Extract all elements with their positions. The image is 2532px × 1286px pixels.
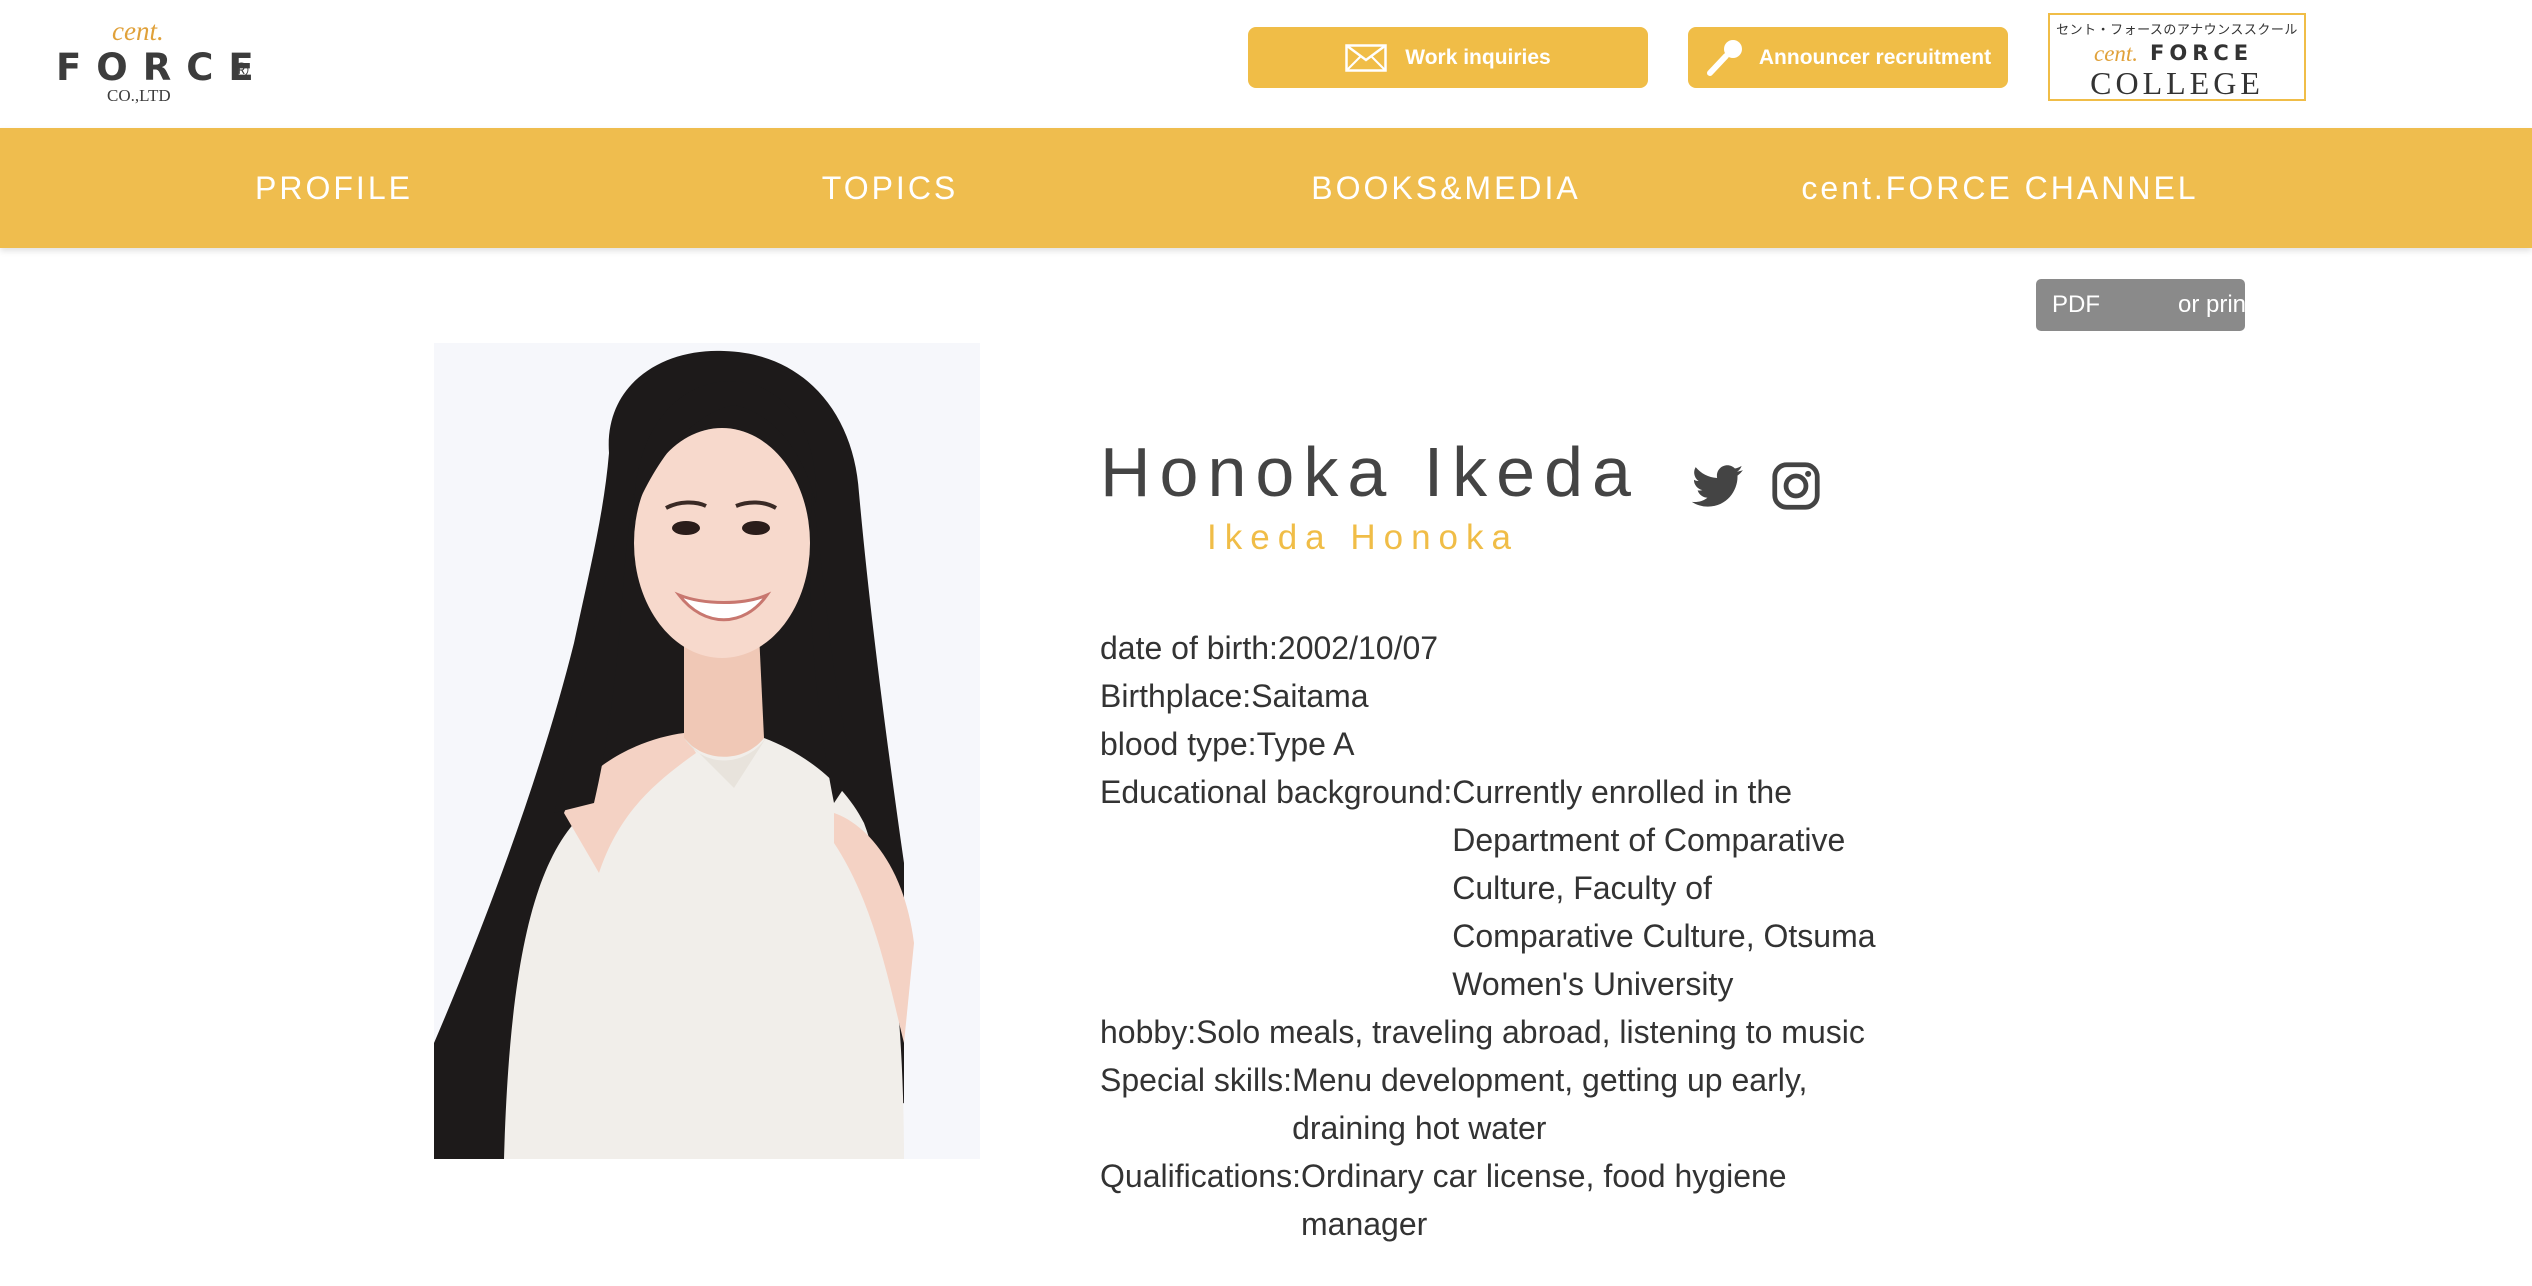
detail-key: Educational background: <box>1100 774 1453 810</box>
detail-key: date of birth: <box>1100 630 1278 666</box>
nav-item-books-media[interactable]: BOOKS&MEDIA <box>1168 128 1724 248</box>
nav-item-topics[interactable]: TOPICS <box>612 128 1168 248</box>
detail-value: Menu development, getting up early, drai… <box>1292 1062 1808 1146</box>
detail-row-blood-type: blood type: Type A <box>1100 720 1900 768</box>
college-tagline: セント・フォースのアナウンススクール <box>2056 22 2298 37</box>
profile-photo <box>434 343 980 1159</box>
print-label: or printing <box>2178 291 2245 318</box>
main-nav: PROFILE TOPICS BOOKS&MEDIA cent.FORCE CH… <box>0 128 2532 248</box>
detail-row-education: Educational background: Currently enroll… <box>1100 768 1900 1008</box>
profile-photo-illustration <box>434 343 980 1159</box>
company-logo[interactable]: cent. FORCE ® CO.,LTD <box>56 16 256 108</box>
cent-force-college-banner[interactable]: セント・フォースのアナウンススクール cent. FORCE COLLEGE <box>2048 13 2306 101</box>
work-inquiries-label: Work inquiries <box>1405 45 1551 69</box>
college-title: COLLEGE <box>2090 65 2264 101</box>
profile-name: Honoka Ikeda <box>1100 433 1640 511</box>
logo-registered-mark: ® <box>234 60 249 82</box>
detail-row-birthdate: date of birth: 2002/10/07 <box>1100 624 1900 672</box>
detail-row-hobby: hobby: Solo meals, traveling abroad, lis… <box>1100 1008 1900 1056</box>
detail-value: Type A <box>1256 726 1355 762</box>
detail-key: Special skills: <box>1100 1062 1293 1098</box>
pdf-print-button[interactable]: PDF or printing <box>2036 279 2245 331</box>
work-inquiries-button[interactable]: Work inquiries <box>1248 27 1648 88</box>
nav-item-channel[interactable]: cent.FORCE CHANNEL <box>1722 128 2278 248</box>
college-force-text: FORCE <box>2150 41 2254 65</box>
instagram-icon[interactable] <box>1770 460 1822 512</box>
detail-value: Currently enrolled in the Department of … <box>1452 774 1876 1002</box>
profile-name-romaji: Ikeda Honoka <box>1207 518 1519 557</box>
logo-company-suffix: CO.,LTD <box>107 86 171 105</box>
detail-row-special-skills: Special skills: Menu development, gettin… <box>1100 1056 1900 1152</box>
mail-icon <box>1345 43 1387 72</box>
detail-row-birthplace: Birthplace: Saitama <box>1100 672 1900 720</box>
announcer-recruitment-button[interactable]: Announcer recruitment <box>1688 27 2008 88</box>
detail-value: Saitama <box>1251 678 1369 714</box>
college-cent-text: cent. <box>2094 41 2139 66</box>
logo-cent-text: cent. <box>112 16 164 46</box>
twitter-icon[interactable] <box>1691 460 1744 512</box>
detail-value: Ordinary car license, food hygiene manag… <box>1300 1158 1787 1242</box>
detail-value: 2002/10/07 <box>1277 630 1439 666</box>
detail-row-qualifications: Qualifications: Ordinary car license, fo… <box>1100 1152 1900 1248</box>
detail-key: Birthplace: <box>1100 678 1252 714</box>
detail-key: blood type: <box>1100 726 1257 762</box>
announcer-recruitment-label: Announcer recruitment <box>1758 45 1992 69</box>
nav-item-profile[interactable]: PROFILE <box>56 128 612 248</box>
pdf-label: PDF <box>2052 291 2100 318</box>
detail-value: Solo meals, traveling abroad, listening … <box>1196 1014 1865 1050</box>
profile-details: date of birth: 2002/10/07 Birthplace: Sa… <box>1100 624 1900 1248</box>
detail-key: Qualifications: <box>1100 1158 1301 1194</box>
microphone-icon <box>1705 38 1745 78</box>
site-header: cent. FORCE ® CO.,LTD Work inquiries Ann… <box>0 0 2532 128</box>
detail-key: hobby: <box>1100 1014 1197 1050</box>
